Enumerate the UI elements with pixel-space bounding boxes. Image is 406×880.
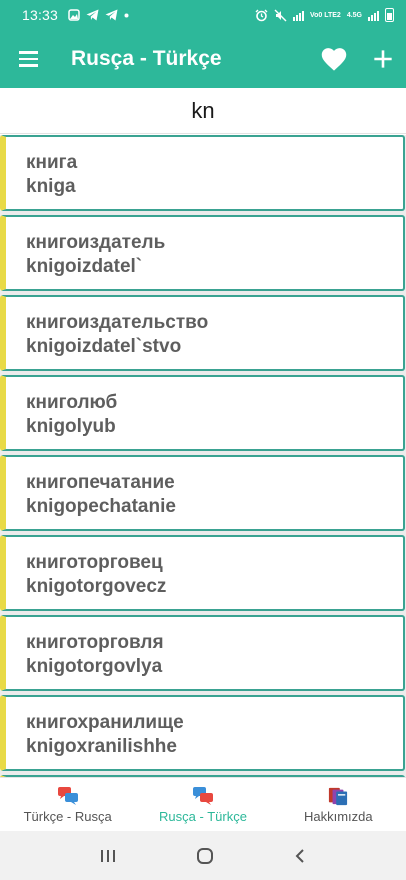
- list-item[interactable]: книготорговля knigotorgovlya: [0, 615, 405, 691]
- heart-icon[interactable]: [320, 46, 348, 72]
- results-list[interactable]: книга kniga книгоиздатель knigoizdatel` …: [0, 135, 406, 777]
- russian-word: книготорговец: [26, 552, 163, 573]
- notification-icons: [68, 9, 129, 21]
- telegram-icon-2: [105, 9, 118, 21]
- tab-label: Hakkımızda: [304, 808, 373, 824]
- search-bar: [0, 88, 406, 134]
- russian-word: книголюб: [26, 392, 118, 413]
- bottom-nav: Türkçe - Rusça Rusça - Türkçe Hakkımızda: [0, 777, 406, 831]
- tab-russian-turkish[interactable]: Rusça - Türkçe: [135, 778, 270, 831]
- system-nav-bar: [0, 831, 406, 880]
- russian-word: книгопечатание: [26, 472, 175, 493]
- transliteration: knigotorgovecz: [26, 576, 167, 597]
- plus-icon[interactable]: [370, 46, 396, 72]
- signal-icon: [292, 9, 304, 21]
- signal-icon-2: [368, 9, 379, 21]
- dot-icon: [124, 13, 129, 17]
- status-time: 13:33: [22, 7, 59, 23]
- system-status-icons: Vo0 LTE2 4.5G: [255, 8, 394, 22]
- list-item[interactable]: книгоиздатель knigoizdatel`: [0, 215, 405, 291]
- russian-word: книгоиздательство: [26, 312, 209, 333]
- transliteration: knigoxranilishhe: [26, 736, 177, 757]
- transliteration: knigotorgovlya: [26, 656, 163, 677]
- recent-apps-icon[interactable]: [99, 848, 117, 864]
- app-bar: Rusça - Türkçe: [0, 30, 406, 88]
- transliteration: knigolyub: [26, 416, 116, 437]
- page-title: Rusça - Türkçe: [71, 47, 222, 70]
- russian-word: книга: [26, 152, 78, 173]
- list-item[interactable]: книга kniga: [0, 135, 405, 211]
- list-item[interactable]: книголюб knigolyub: [0, 375, 405, 451]
- search-input[interactable]: [53, 97, 353, 124]
- tab-label: Rusça - Türkçe: [159, 808, 247, 824]
- alarm-icon: [255, 9, 268, 21]
- menu-icon[interactable]: [0, 30, 56, 88]
- transliteration: knigoizdatel`: [26, 256, 143, 277]
- mute-icon: [274, 9, 287, 21]
- russian-word: книгоиздатель: [26, 232, 166, 253]
- tab-label: Türkçe - Rusça: [23, 808, 112, 824]
- tab-about[interactable]: Hakkımızda: [271, 778, 406, 831]
- transliteration: knigopechatanie: [26, 496, 176, 517]
- books-icon: [329, 787, 348, 805]
- telegram-icon: [86, 9, 99, 21]
- battery-icon: [385, 8, 394, 22]
- russian-word: книгохранилище: [26, 712, 184, 733]
- list-item[interactable]: книгоиздательство knigoizdatel`stvo: [0, 295, 405, 371]
- list-item[interactable]: книгопечатание knigopechatanie: [0, 455, 405, 531]
- transliteration: knigoizdatel`stvo: [26, 336, 182, 357]
- russian-word: книготорговля: [26, 632, 164, 653]
- tab-turkish-russian[interactable]: Türkçe - Rusça: [0, 778, 135, 831]
- home-icon[interactable]: [196, 847, 214, 865]
- network-type: 4.5G: [346, 11, 362, 19]
- list-item[interactable]: книгохранилище knigoxranilishhe: [0, 695, 405, 771]
- back-icon[interactable]: [293, 848, 307, 864]
- image-notification-icon: [68, 9, 80, 21]
- network-label: Vo0 LTE2: [309, 11, 341, 19]
- status-bar: 13:33 Vo0 LTE2 4.5G: [0, 0, 406, 30]
- list-item[interactable]: книготорговец knigotorgovecz: [0, 535, 405, 611]
- transliteration: kniga: [26, 176, 76, 197]
- chat-bubbles-icon: [192, 786, 213, 805]
- chat-bubbles-icon: [57, 786, 78, 805]
